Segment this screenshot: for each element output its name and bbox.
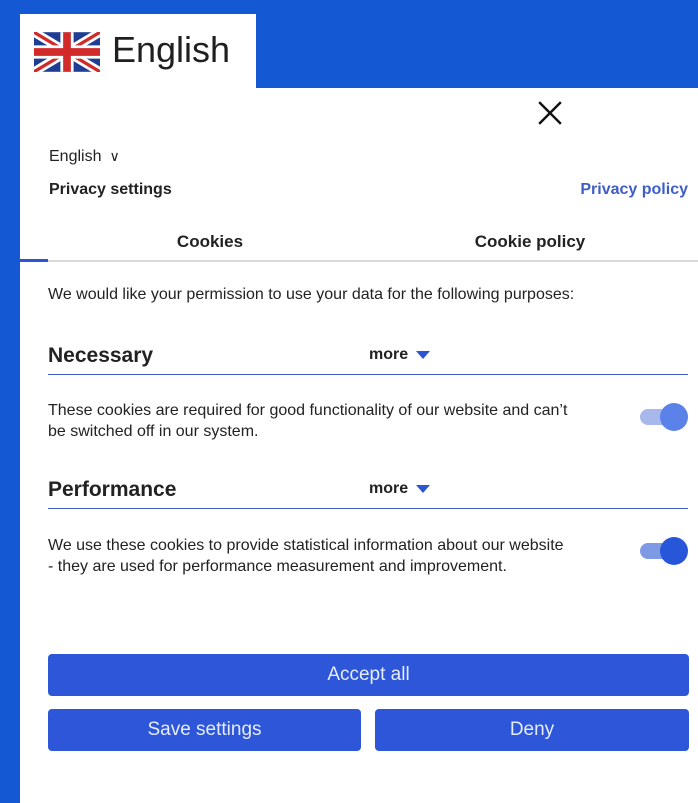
more-label: more: [369, 480, 409, 497]
intro-text: We would like your permission to use you…: [48, 286, 575, 303]
more-label: more: [369, 346, 409, 363]
caret-down-icon: [416, 484, 431, 493]
privacy-dialog: English ∨ Privacy settings Privacy policy…: [20, 88, 698, 803]
section-necessary-header: Necessary more: [48, 340, 688, 375]
tab-cookies[interactable]: Cookies: [60, 232, 360, 252]
deny-button[interactable]: Deny: [375, 709, 689, 751]
section-necessary-description: These cookies are required for good func…: [48, 402, 568, 440]
privacy-policy-link[interactable]: Privacy policy: [580, 181, 688, 199]
language-tab[interactable]: English: [20, 14, 256, 88]
language-select-value: English: [49, 148, 102, 165]
chevron-down-icon: ∨: [109, 148, 120, 164]
toggle-knob: [660, 403, 688, 431]
section-necessary-more[interactable]: more: [369, 346, 431, 364]
caret-down-icon: [416, 350, 431, 359]
section-performance-description: We use these cookies to provide statisti…: [48, 537, 564, 575]
active-tab-indicator: [20, 259, 48, 262]
language-select[interactable]: English ∨: [49, 148, 120, 166]
section-performance-title: Performance: [48, 478, 177, 501]
language-tab-label: English: [112, 29, 231, 70]
section-performance-more[interactable]: more: [369, 480, 431, 498]
necessary-toggle[interactable]: [640, 403, 688, 431]
close-icon[interactable]: [535, 98, 565, 128]
uk-flag-icon: [34, 32, 100, 72]
section-performance-header: Performance more: [48, 474, 688, 509]
accept-all-button[interactable]: Accept all: [48, 654, 689, 696]
tab-bar: Cookies Cookie policy: [20, 226, 698, 262]
dialog-title: Privacy settings: [49, 181, 172, 198]
section-necessary-title: Necessary: [48, 344, 154, 367]
tab-cookie-policy[interactable]: Cookie policy: [380, 232, 680, 252]
save-settings-button[interactable]: Save settings: [48, 709, 361, 751]
performance-toggle[interactable]: [640, 537, 688, 565]
toggle-knob: [660, 537, 688, 565]
